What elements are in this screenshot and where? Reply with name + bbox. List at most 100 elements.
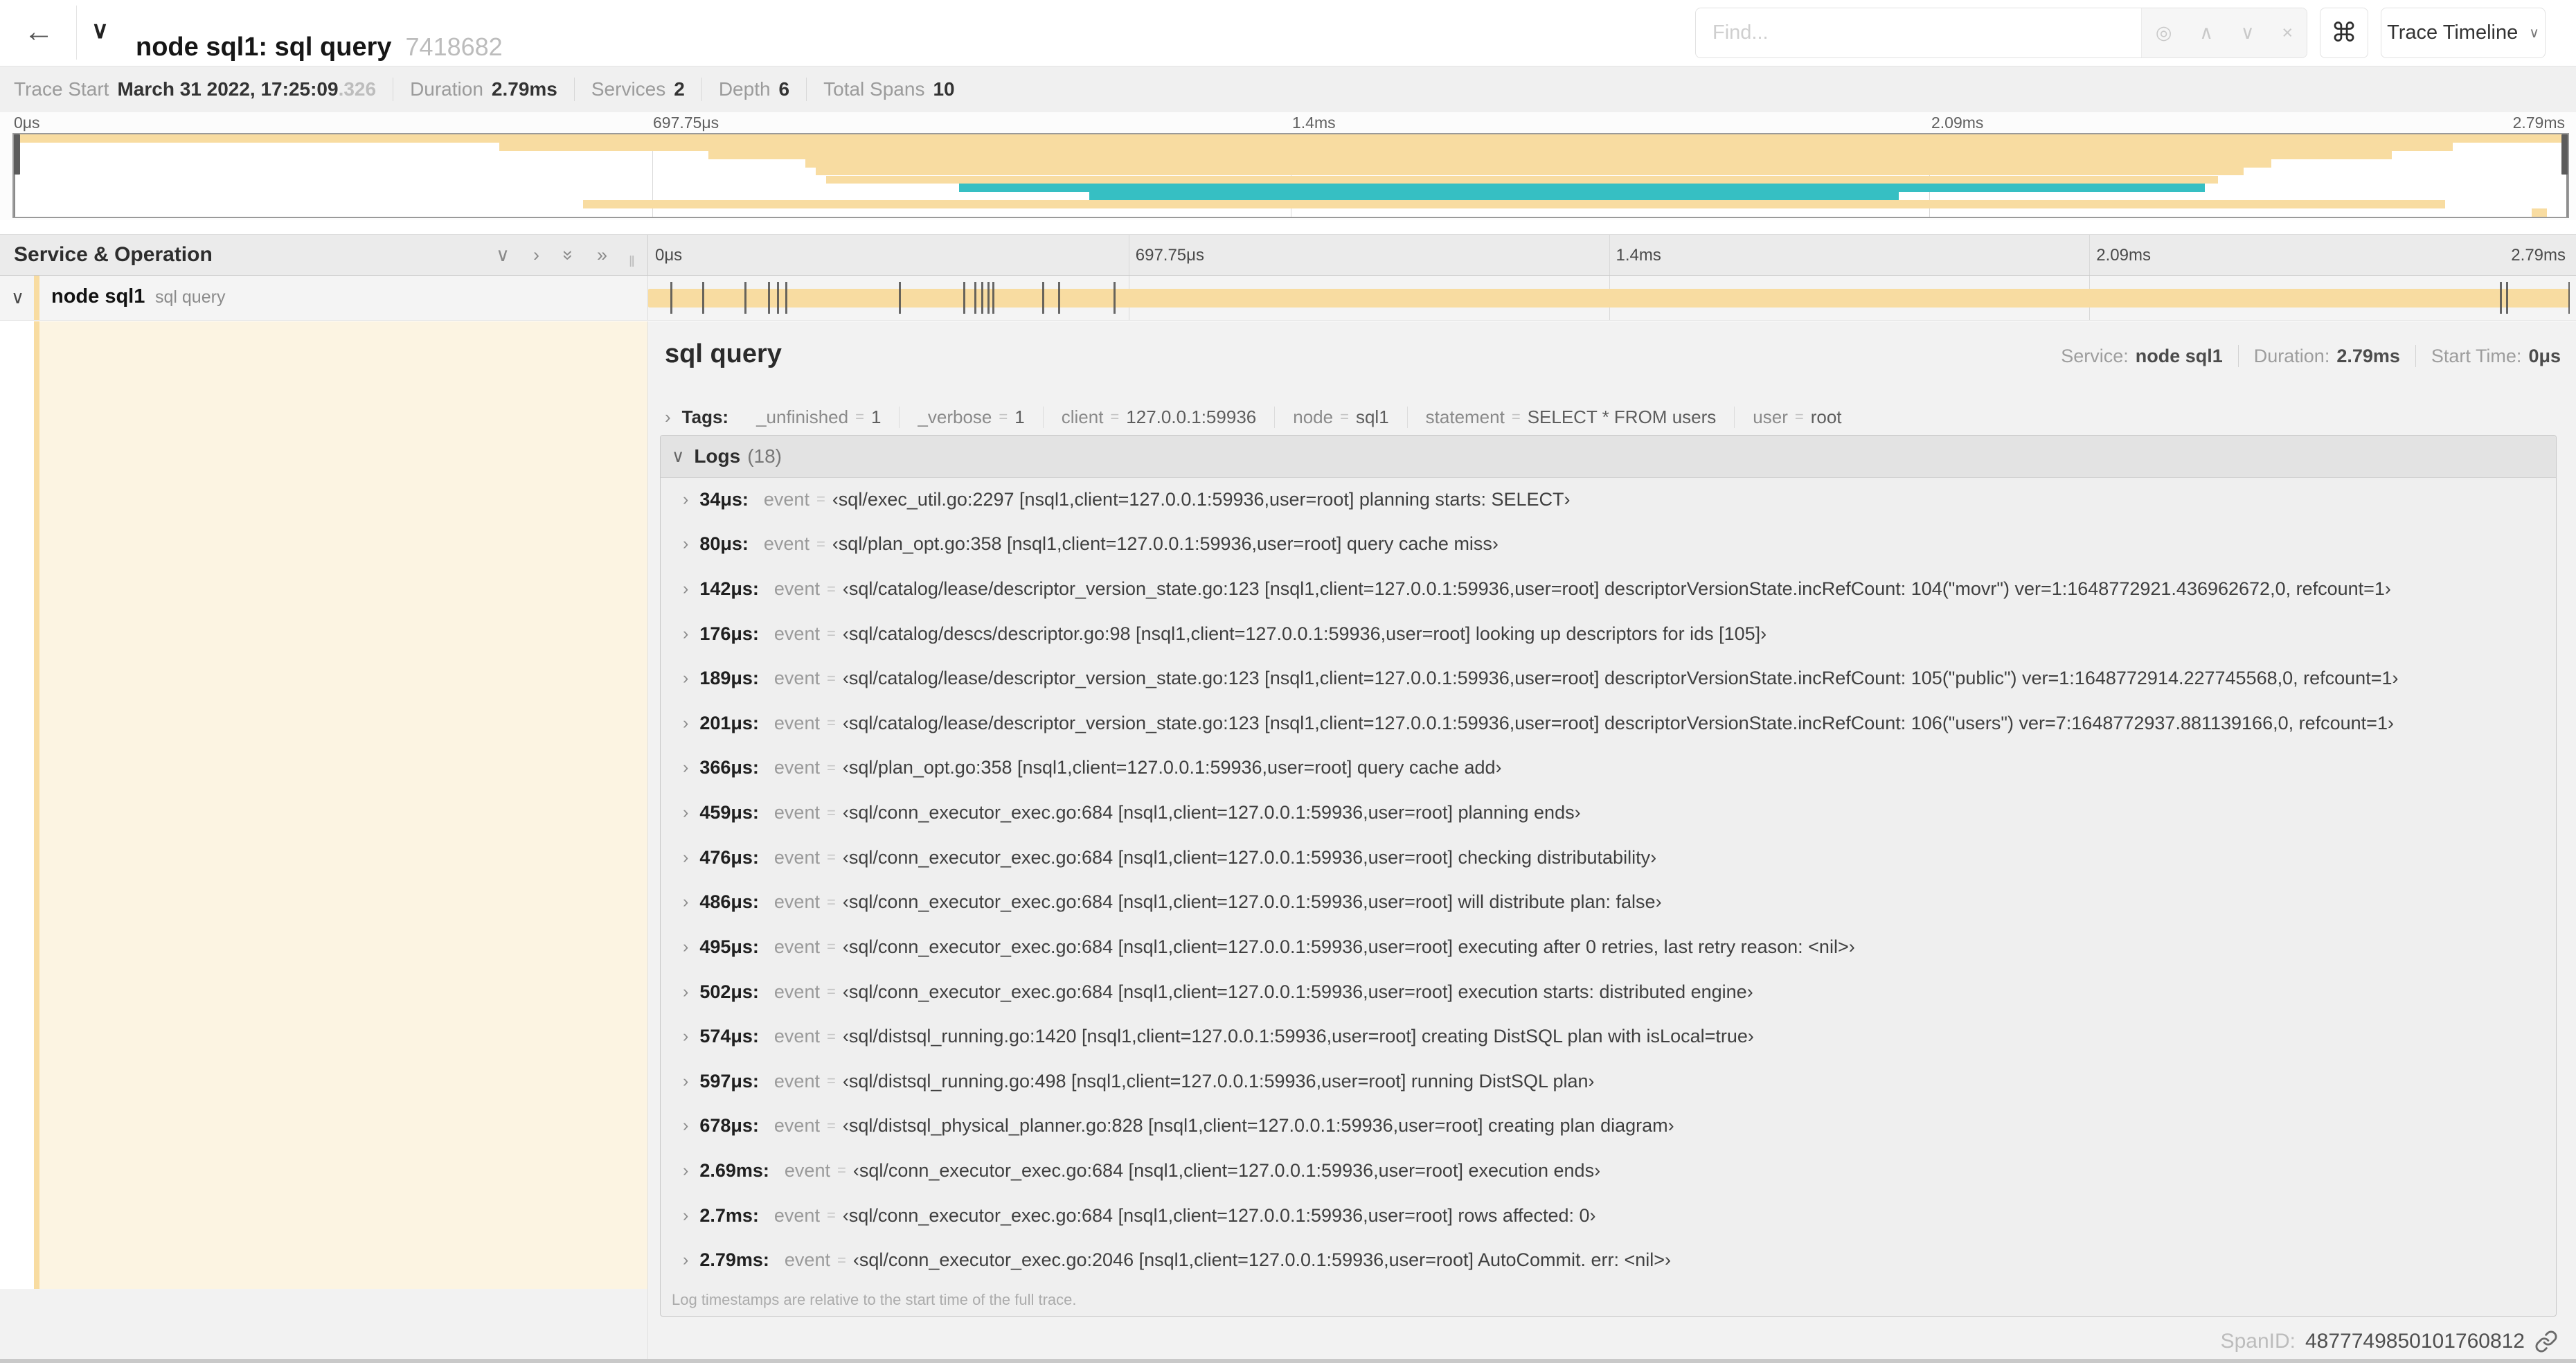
- log-row[interactable]: › 80μs: event = ‹sql/plan_opt.go:358 [nsql1,…: [661, 522, 2556, 567]
- log-field-key: event: [773, 712, 820, 733]
- log-row[interactable]: › 476μs: event = ‹sql/conn_executor_exec.go:…: [661, 835, 2556, 880]
- scrubber-grip[interactable]: [2561, 134, 2568, 175]
- expand-chevron-icon: ›: [683, 803, 689, 823]
- log-field-value: ‹sql/conn_executor_exec.go:684 [nsql1,cl…: [842, 981, 1753, 1002]
- log-row[interactable]: › 34μs: event = ‹sql/exec_util.go:2297 [nsql…: [661, 477, 2556, 522]
- minimap-span: [816, 167, 2244, 176]
- log-row[interactable]: › 2.79ms: event = ‹sql/conn_executor_exec.go…: [661, 1238, 2556, 1283]
- expand-chevron-icon: ›: [683, 936, 689, 956]
- equals-sign: =: [855, 408, 864, 425]
- log-row[interactable]: › 201μs: event = ‹sql/catalog/lease/descript…: [661, 701, 2556, 746]
- find-input[interactable]: [1696, 8, 2141, 57]
- log-field-value: ‹sql/plan_opt.go:358 [nsql1,client=127.0…: [842, 757, 1502, 778]
- log-timestamp: 201μs:: [699, 712, 759, 733]
- log-row[interactable]: › 486μs: event = ‹sql/conn_executor_exec.go:…: [661, 880, 2556, 925]
- log-field-key: event: [773, 1070, 820, 1092]
- collapse-trace-header-chevron-icon[interactable]: ∨: [91, 17, 109, 44]
- log-field-value: ‹sql/conn_executor_exec.go:684 [nsql1,cl…: [842, 891, 1662, 913]
- find-previous-icon[interactable]: ∧: [2199, 22, 2213, 44]
- expand-one-icon[interactable]: ›: [533, 244, 539, 266]
- stat-value: 6: [778, 78, 790, 100]
- expand-chevron-icon: ›: [683, 1116, 689, 1136]
- expanded-span-highlight: [39, 321, 647, 1289]
- log-event-tick: [974, 282, 977, 314]
- span-duration-bar[interactable]: [648, 289, 2570, 308]
- expand-chevron-icon: ›: [683, 758, 689, 778]
- tag-value: 1: [1014, 406, 1025, 427]
- log-field-value: ‹sql/conn_executor_exec.go:684 [nsql1,cl…: [842, 846, 1657, 868]
- log-field-value: ‹sql/conn_executor_exec.go:684 [nsql1,cl…: [842, 802, 1581, 823]
- log-row[interactable]: › 2.7ms: event = ‹sql/conn_executor_exec.go:…: [661, 1193, 2556, 1238]
- equals-sign: =: [826, 1116, 836, 1134]
- log-row[interactable]: › 2.69ms: event = ‹sql/conn_executor_exec.go…: [661, 1148, 2556, 1193]
- back-button[interactable]: ←: [17, 10, 61, 54]
- log-timestamp: 574μs:: [699, 1026, 759, 1047]
- logs-header[interactable]: ∨ Logs (18): [661, 436, 2556, 478]
- stat-label: Services: [591, 78, 666, 100]
- log-timestamp: 142μs:: [699, 578, 759, 600]
- log-event-tick: [776, 282, 779, 314]
- find-group: ◎ ∧ ∨ ×: [1695, 8, 2307, 58]
- service-value: node sql1: [2135, 345, 2223, 366]
- log-row[interactable]: › 597μs: event = ‹sql/distsql_running.go:498…: [661, 1059, 2556, 1104]
- log-row[interactable]: › 366μs: event = ‹sql/plan_opt.go:358 [nsql1…: [661, 746, 2556, 791]
- divider: [701, 78, 702, 101]
- find-next-icon[interactable]: ∨: [2241, 22, 2255, 44]
- view-range-scrubber-left[interactable]: [14, 134, 20, 217]
- view-range-scrubber-right[interactable]: [2561, 134, 2568, 217]
- keyboard-shortcuts-button[interactable]: ⌘: [2320, 8, 2368, 58]
- span-id-row: SpanID: 4877749850101760812: [2221, 1330, 2558, 1353]
- expand-chevron-icon: ›: [683, 713, 689, 733]
- log-timestamp: 2.69ms:: [699, 1159, 769, 1181]
- equals-sign: =: [826, 848, 836, 866]
- equals-sign: =: [1110, 408, 1120, 425]
- minimap-canvas[interactable]: [12, 133, 2569, 218]
- log-row[interactable]: › 189μs: event = ‹sql/catalog/lease/descript…: [661, 656, 2556, 701]
- tick-label: 2.09ms: [2096, 246, 2151, 265]
- tick-label: 2.79ms: [2512, 114, 2565, 132]
- span-row[interactable]: ∨ node sql1 sql query: [0, 276, 2576, 321]
- tags-title: Tags:: [681, 406, 729, 427]
- tags-accordion[interactable]: › Tags: _unfinished = 1 _verbose = 1 client = 12…: [665, 399, 2561, 435]
- log-row[interactable]: › 495μs: event = ‹sql/conn_executor_exec.go:…: [661, 925, 2556, 970]
- page-bottom-strip: [0, 1359, 2576, 1363]
- equals-sign: =: [1511, 408, 1521, 425]
- column-resize-grip[interactable]: ‖: [629, 253, 635, 271]
- log-row[interactable]: › 502μs: event = ‹sql/conn_executor_exec.go:…: [661, 970, 2556, 1015]
- log-timestamp: 597μs:: [699, 1070, 759, 1092]
- span-color-stripe: [34, 321, 39, 1289]
- scrubber-grip[interactable]: [14, 134, 20, 175]
- find-clear-icon[interactable]: ×: [2282, 22, 2293, 44]
- tag-key: _verbose: [918, 406, 992, 427]
- log-row[interactable]: › 459μs: event = ‹sql/conn_executor_exec.go:…: [661, 790, 2556, 835]
- tick-label: 0μs: [14, 114, 40, 132]
- log-timestamp: 366μs:: [699, 757, 759, 778]
- log-row[interactable]: › 142μs: event = ‹sql/catalog/lease/descript…: [661, 567, 2556, 612]
- equals-sign: =: [826, 1206, 836, 1224]
- view-selector-button[interactable]: Trace Timeline ∨: [2381, 8, 2546, 58]
- log-field-key: event: [773, 936, 820, 957]
- link-icon[interactable]: [2534, 1330, 2558, 1353]
- expand-chevron-icon: ›: [683, 1026, 689, 1046]
- page-title: node sql1: sql query 7418682: [136, 33, 503, 62]
- divider: [806, 78, 807, 101]
- expand-all-icon[interactable]: »: [557, 249, 579, 260]
- log-timestamp: 189μs:: [699, 668, 759, 689]
- service-label: Service:: [2061, 345, 2129, 366]
- collapse-one-icon[interactable]: ∨: [496, 244, 510, 266]
- log-field-value: ‹sql/conn_executor_exec.go:2046 [nsql1,c…: [852, 1249, 1672, 1271]
- span-detail-row: sql query Service: node sql1 Duration: 2…: [0, 321, 2576, 1359]
- log-event-tick: [992, 282, 995, 314]
- log-event-tick: [2568, 282, 2570, 314]
- log-row[interactable]: › 574μs: event = ‹sql/distsql_running.go:142…: [661, 1014, 2556, 1059]
- span-bar-track[interactable]: [647, 276, 2570, 320]
- expand-chevron-icon: ›: [665, 406, 671, 427]
- trace-id: 7418682: [405, 33, 503, 62]
- duration-label: Duration:: [2253, 345, 2330, 366]
- collapse-all-icon[interactable]: »: [597, 244, 607, 266]
- collapse-span-chevron-icon[interactable]: ∨: [11, 287, 24, 308]
- log-row[interactable]: › 678μs: event = ‹sql/distsql_physical_plann…: [661, 1104, 2556, 1149]
- log-row[interactable]: › 176μs: event = ‹sql/catalog/descs/descript…: [661, 612, 2556, 657]
- log-field-key: event: [763, 488, 810, 510]
- locate-icon[interactable]: ◎: [2156, 22, 2172, 44]
